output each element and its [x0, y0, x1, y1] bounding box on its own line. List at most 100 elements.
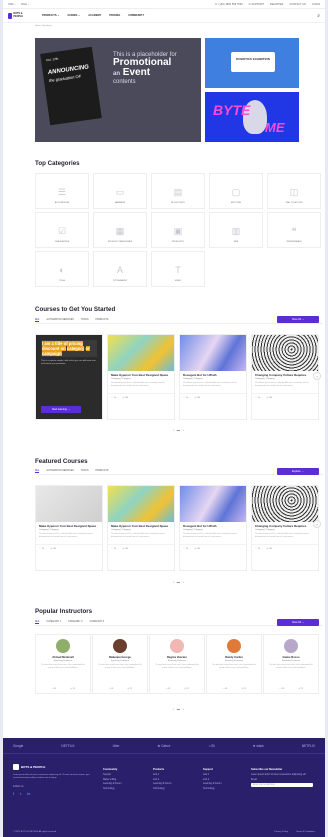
views-count: ◷ 269 — [194, 397, 201, 400]
tab-tools[interactable]: TOOLS — [81, 319, 89, 322]
tab-all[interactable]: ALL — [35, 319, 40, 322]
category-tile[interactable]: ▢ BUTTONS — [209, 173, 263, 209]
avatar — [170, 639, 184, 653]
tab-automation[interactable]: AUTOMATION SERVICES — [46, 470, 73, 473]
footer-link[interactable]: Technology — [153, 788, 203, 790]
category-tile[interactable]: ▤ BLOG POSTS — [151, 173, 205, 209]
tab-products[interactable]: PRODUCTS — [96, 470, 109, 473]
category-tile[interactable]: ▦ PRODUCT CATEGORIES — [93, 212, 147, 248]
views-count: ◷ 269 — [266, 397, 273, 400]
instructor-card[interactable]: Gwine Rosso Speaking Professor The best bo… — [263, 634, 319, 694]
category-tile[interactable]: ▥ SIDE — [209, 212, 263, 248]
nav-guides[interactable]: GUIDES ⌄ — [67, 14, 80, 17]
category-tile[interactable]: ◫ CALL TO ACTION — [267, 173, 321, 209]
footer-link[interactable]: Link 1 — [203, 774, 251, 776]
nav-academy[interactable]: ACADEMY — [88, 14, 101, 17]
tab-products[interactable]: PRODUCTS — [96, 319, 109, 322]
course-card[interactable]: Docugent Bot for UiPath Category | Categ… — [179, 334, 247, 420]
footer-link[interactable]: Learning & Forum — [153, 783, 203, 785]
instructor-card[interactable]: Randy Carder Speaking Professor The best b… — [206, 634, 262, 694]
category-icon: ▦ — [115, 226, 125, 236]
next-arrow-icon[interactable]: › — [313, 520, 321, 528]
nav-pricing[interactable]: PRICING — [109, 14, 120, 17]
top-utility-bar: USD ⌄ ENG ⌄ ☏ (+84) 1800 556 7560 ✉ SUPP… — [3, 0, 325, 9]
tab-automation[interactable]: AUTOMATION SERVICES — [46, 319, 73, 322]
nav-products[interactable]: PRODUCTS ⌄ — [42, 14, 59, 17]
register-link[interactable]: REGISTER — [270, 3, 283, 6]
instructor-card[interactable]: Regina Vaccaro Speaking Professor The best… — [149, 634, 205, 694]
contact-link[interactable]: CONTACT US — [289, 3, 306, 6]
hero-main-slide[interactable]: Oct. 12th ANNOUNCING the graduation OF T… — [35, 38, 201, 142]
hero-poster: Oct. 12th ANNOUNCING the graduation OF — [40, 46, 102, 126]
courses-view-all-button[interactable]: View All → — [277, 316, 319, 323]
privacy-link[interactable]: Privacy Policy — [274, 831, 288, 833]
footer-link[interactable]: Maker's Blog — [103, 779, 153, 781]
nav-community[interactable]: COMMUNITY — [128, 14, 144, 17]
category-tile[interactable]: A TYPOGRAPHY — [93, 251, 147, 287]
tab-tools[interactable]: TOOLS — [81, 470, 89, 473]
next-arrow-icon[interactable]: › — [313, 372, 321, 380]
phone-link[interactable]: ☏ (+84) 1800 556 7560 — [215, 3, 243, 6]
instructor-card[interactable]: Makenna George Speaking Professor The best… — [92, 634, 148, 694]
rating: ☆ 4.8 — [51, 688, 57, 690]
language-select[interactable]: ENG ⌄ — [21, 3, 30, 6]
carousel-dots[interactable]: • ▬ • — [173, 707, 185, 711]
footer-link[interactable]: Link 1 — [153, 774, 203, 776]
course-card[interactable]: Changing Company Culture Requires Catego… — [251, 334, 319, 420]
course-card[interactable]: Make Hyperon Your Best Designed Space Ca… — [107, 485, 175, 571]
avatar — [227, 639, 241, 653]
instructors-view-all-button[interactable]: View All → — [277, 619, 319, 626]
me-text: ME — [265, 120, 285, 135]
category-tile[interactable]: ❝ TESTIMONIALS — [267, 212, 321, 248]
promo-card[interactable]: I am a title of pricing discount on cate… — [35, 334, 103, 420]
twitter-icon[interactable]: t — [20, 791, 21, 796]
logo[interactable]: BOTS & PEOPLE — [8, 12, 26, 20]
footer-col-heading: Products — [153, 768, 165, 771]
likes-count: ♡ 1.4 — [255, 397, 261, 400]
facebook-icon[interactable]: f — [13, 791, 14, 796]
featured-explore-button[interactable]: Explore → — [277, 468, 319, 475]
carousel-dots[interactable]: • ▬ • — [173, 580, 185, 584]
start-learning-button[interactable]: Start learning → — [41, 406, 81, 413]
category-tile[interactable]: ☰ ACCORDIONS — [35, 173, 89, 209]
course-card[interactable]: Docugent Bot for UiPath Category | Categ… — [179, 485, 247, 571]
footer-link[interactable]: Technology — [103, 788, 153, 790]
footer-link[interactable]: Link 2 — [153, 779, 203, 781]
terms-link[interactable]: Terms & Conditions — [296, 831, 315, 833]
tab-all[interactable]: ALL — [35, 470, 40, 473]
footer-link[interactable]: Technology — [203, 788, 251, 790]
newsletter-email-input[interactable]: Enter your email here — [251, 783, 313, 787]
footer-link[interactable]: Link 2 — [203, 779, 251, 781]
category-icon: T — [175, 265, 181, 275]
carousel-dots[interactable]: • ▬ • — [173, 428, 185, 432]
search-icon[interactable]: ⌕ — [317, 13, 320, 19]
tab-category-3[interactable]: CATEGORY 3 — [90, 621, 105, 624]
tab-category-1[interactable]: CATEGORY 1 — [46, 621, 61, 624]
category-tile[interactable]: ▭ BANNERS — [93, 173, 147, 209]
course-card[interactable]: Make Hyperon Your Best Designed Space Ca… — [107, 334, 175, 420]
tab-category-2[interactable]: CATEGORY 2 — [68, 621, 83, 624]
category-tile[interactable]: T VIDEO — [151, 251, 205, 287]
instructor-desc: The best bots come from users, who under… — [155, 664, 199, 669]
currency-select[interactable]: USD ⌄ — [8, 3, 16, 6]
category-tile[interactable]: ◐ TOGG — [35, 251, 89, 287]
login-link[interactable]: LOGIN — [312, 3, 320, 6]
course-card[interactable]: Changing Company Culture Requires Catego… — [251, 485, 319, 571]
hero-side-robotics[interactable]: ROBOTICS EXHIBITION — [205, 38, 299, 88]
rating: ☆ 4.8 — [108, 688, 114, 690]
footer-link[interactable]: Learning & Forum — [203, 783, 251, 785]
breadcrumb: Home / Academy — [35, 25, 52, 27]
footer-link[interactable]: Support — [103, 774, 153, 776]
hero-side-byteme[interactable]: BYTE ME — [205, 92, 299, 142]
footer-link[interactable]: Learning & Forum — [103, 783, 153, 785]
instructor-desc: The best bots come from users, who under… — [269, 664, 313, 669]
course-card[interactable]: Make Hyperon Your Best Designed Space Ca… — [35, 485, 103, 571]
category-tile[interactable]: ▣ PRODUCTS — [151, 212, 205, 248]
instructor-card[interactable]: Ahmad Mcdonell Speaking Professor The best… — [35, 634, 91, 694]
support-link[interactable]: ✉ SUPPORT — [249, 3, 264, 6]
category-tile[interactable]: ☑ CHECKBOXES — [35, 212, 89, 248]
linkedin-icon[interactable]: in — [27, 791, 30, 796]
tab-divider — [35, 323, 323, 324]
tab-all[interactable]: ALL — [35, 621, 40, 624]
category-label: TESTIMONIALS — [286, 241, 302, 243]
